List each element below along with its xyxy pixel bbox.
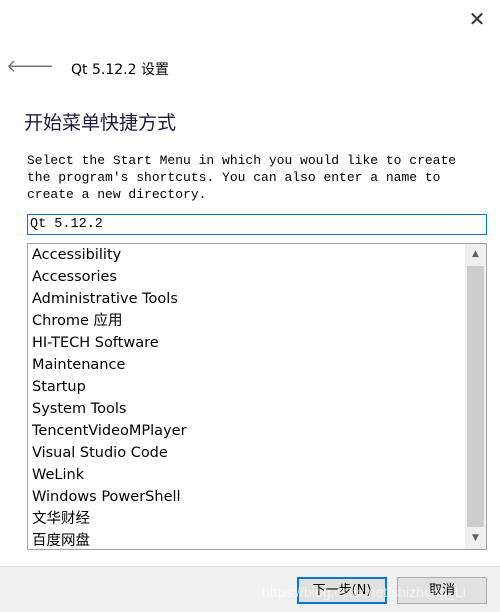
start-menu-directory-input[interactable] <box>27 214 487 235</box>
list-item[interactable]: Visual Studio Code <box>28 442 486 464</box>
list-item[interactable]: Windows PowerShell <box>28 486 486 508</box>
page-description: Select the Start Menu in which you would… <box>27 153 457 202</box>
list-item[interactable]: Maintenance <box>28 354 486 376</box>
list-item[interactable]: System Tools <box>28 398 486 420</box>
scroll-up-button[interactable]: ▲ <box>465 244 486 265</box>
list-item[interactable]: 百度网盘 <box>28 530 486 549</box>
list-item[interactable]: Administrative Tools <box>28 288 486 310</box>
list-item[interactable]: Accessibility <box>28 244 486 266</box>
back-button[interactable]: 🡐 <box>6 56 54 77</box>
scrollbar[interactable]: ▲ ▼ <box>465 244 486 549</box>
next-button[interactable]: 下一步(N) <box>297 577 387 604</box>
chevron-up-icon: ▲ <box>472 249 479 259</box>
cancel-button[interactable]: 取消 <box>397 577 487 604</box>
arrow-left-icon: 🡐 <box>6 56 55 77</box>
scroll-down-button[interactable]: ▼ <box>465 528 486 549</box>
list-item[interactable]: WeLink <box>28 464 486 486</box>
close-button[interactable]: ✕ <box>462 6 492 32</box>
list-item[interactable]: TencentVideoMPlayer <box>28 420 486 442</box>
list-item[interactable]: Chrome 应用 <box>28 310 486 332</box>
close-icon: ✕ <box>468 7 486 31</box>
window-title: Qt 5.12.2 设置 <box>71 62 169 78</box>
chevron-down-icon: ▼ <box>472 533 479 543</box>
list-item[interactable]: Accessories <box>28 266 486 288</box>
footer: 下一步(N) 取消 <box>0 566 500 612</box>
start-menu-folder-list[interactable]: Accessibility Accessories Administrative T… <box>27 243 487 550</box>
page-heading: 开始菜单快捷方式 <box>24 112 177 134</box>
list-item[interactable]: Startup <box>28 376 486 398</box>
list-item[interactable]: 文华财经 <box>28 508 486 530</box>
list-item[interactable]: HI-TECH Software <box>28 332 486 354</box>
scrollbar-thumb[interactable] <box>467 266 484 527</box>
